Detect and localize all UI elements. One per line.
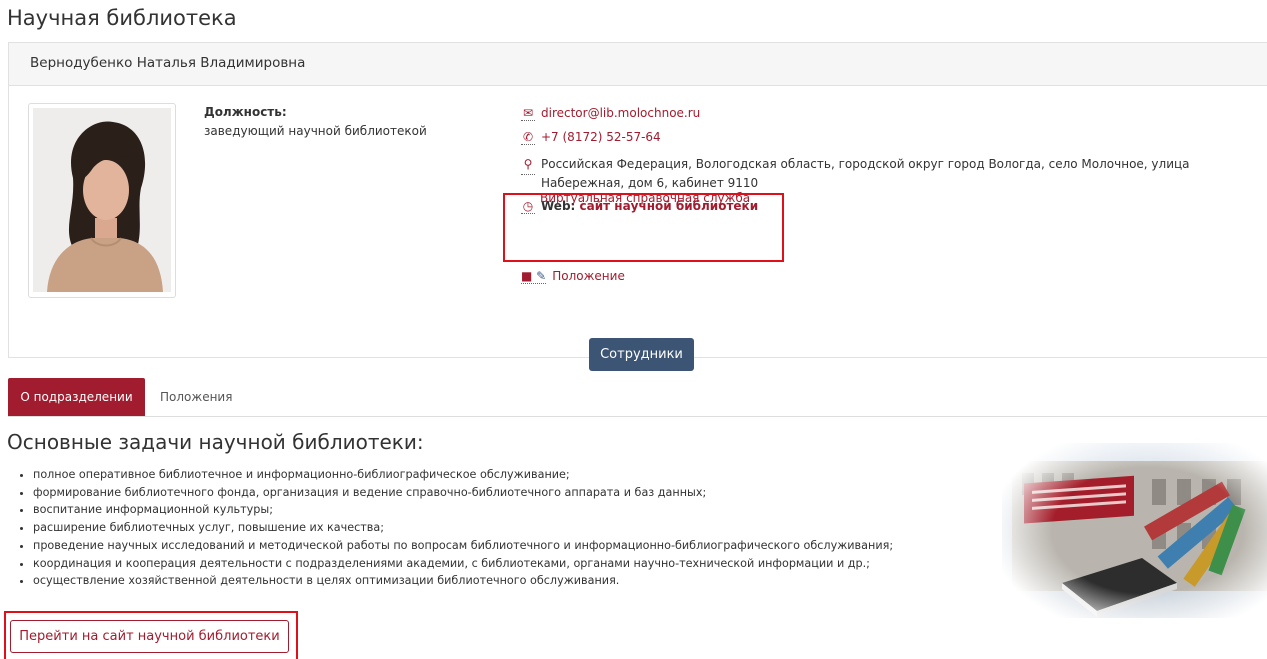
phone-row: ✆ +7 (8172) 52-57-64	[521, 130, 661, 145]
list-item: формирование библиотечного фонда, органи…	[33, 484, 893, 502]
list-item: расширение библиотечных услуг, повышение…	[33, 519, 893, 537]
tab-about[interactable]: О подразделении	[8, 378, 145, 416]
highlight-box-web	[503, 193, 784, 262]
position-value: заведующий научной библиотекой	[204, 124, 427, 138]
regulation-link[interactable]: Положение	[552, 269, 625, 283]
email-link[interactable]: director@lib.molochnoe.ru	[541, 106, 700, 120]
highlight-box-goto	[4, 611, 298, 659]
tabs: О подразделении Положения	[8, 378, 1267, 417]
position-label: Должность:	[204, 105, 287, 119]
envelope-icon: ✉	[521, 106, 535, 121]
email-row: ✉ director@lib.molochnoe.ru	[521, 106, 700, 121]
library-building-image	[1002, 443, 1267, 618]
list-item: воспитание информационной культуры;	[33, 501, 893, 519]
list-item: полное оперативное библиотечное и информ…	[33, 466, 893, 484]
tab-regulations[interactable]: Положения	[160, 378, 232, 416]
list-item: осуществление хозяйственной деятельности…	[33, 572, 893, 590]
map-marker-icon: ⚲	[521, 155, 535, 175]
list-item: проведение научных исследований и методи…	[33, 537, 893, 555]
address-row: ⚲ Российская Федерация, Вологодская облас…	[521, 155, 1261, 193]
document-row: ■ ✎ Положение	[521, 269, 625, 284]
phone-link[interactable]: +7 (8172) 52-57-64	[541, 130, 661, 144]
person-name: Вернодубенко Наталья Владимировна	[9, 43, 1267, 86]
edit-document-icon: ✎	[536, 269, 547, 283]
task-list: полное оперативное библиотечное и информ…	[18, 466, 893, 590]
document-icons: ■ ✎	[521, 269, 547, 284]
page-title: Научная библиотека	[7, 6, 237, 30]
staff-button[interactable]: Сотрудники	[589, 338, 694, 371]
phone-icon: ✆	[521, 130, 535, 145]
person-photo	[28, 103, 176, 298]
list-item: координация и кооперация деятельности с …	[33, 555, 893, 573]
file-icon: ■	[521, 269, 533, 283]
address-text: Российская Федерация, Вологодская област…	[541, 157, 1190, 190]
section-title: Основные задачи научной библиотеки:	[7, 430, 424, 454]
